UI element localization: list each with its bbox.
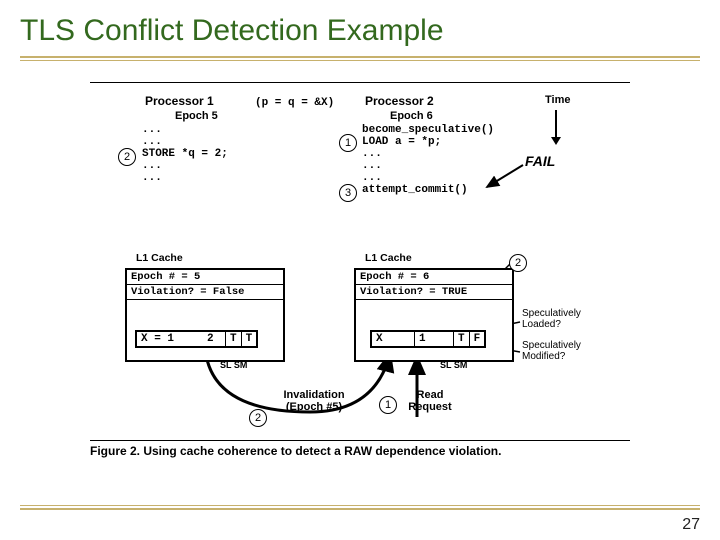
figure-caption: Figure 2. Using cache coherence to detec…: [90, 444, 630, 458]
fail-label: FAIL: [525, 153, 555, 169]
bottom-rule: [20, 505, 700, 510]
figure-bottom-rule: [90, 440, 630, 441]
cache2-box: Epoch # = 6 Violation? = TRUE X 1 T F: [354, 268, 514, 362]
cache1-title: L1 Cache: [136, 252, 183, 264]
spec-modified-label: Speculatively Modified?: [522, 340, 602, 362]
spec-loaded-label: Speculatively Loaded?: [522, 308, 602, 330]
cache2-title: L1 Cache: [365, 252, 412, 264]
cache1-violation: Violation? = False: [127, 285, 283, 300]
cache1-box: Epoch # = 5 Violation? = False X = 1 2 T…: [125, 268, 285, 362]
cache1-epoch: Epoch # = 5: [127, 270, 283, 285]
invalidation-circle-2: 2: [249, 409, 267, 427]
cache2-violation: Violation? = TRUE: [356, 285, 512, 300]
cache2-line: X 1 T F: [370, 330, 486, 348]
page-number: 27: [682, 516, 700, 534]
cache2-slsm: SL SM: [440, 360, 467, 370]
read-request-circle-1: 1: [379, 396, 397, 414]
read-request-label: Read Request: [400, 389, 460, 413]
figure: Processor 1 (p = q = &X) Processor 2 Tim…: [90, 82, 630, 482]
cache1-slsm: SL SM: [220, 360, 247, 370]
title-rule: [20, 56, 700, 61]
cache2-epoch: Epoch # = 6: [356, 270, 512, 285]
cache1-line: X = 1 2 T T: [135, 330, 258, 348]
cache2-circle-2: 2: [509, 254, 527, 272]
invalidation-label: Invalidation (Epoch #5): [269, 389, 359, 413]
slide-title: TLS Conflict Detection Example: [0, 0, 720, 56]
